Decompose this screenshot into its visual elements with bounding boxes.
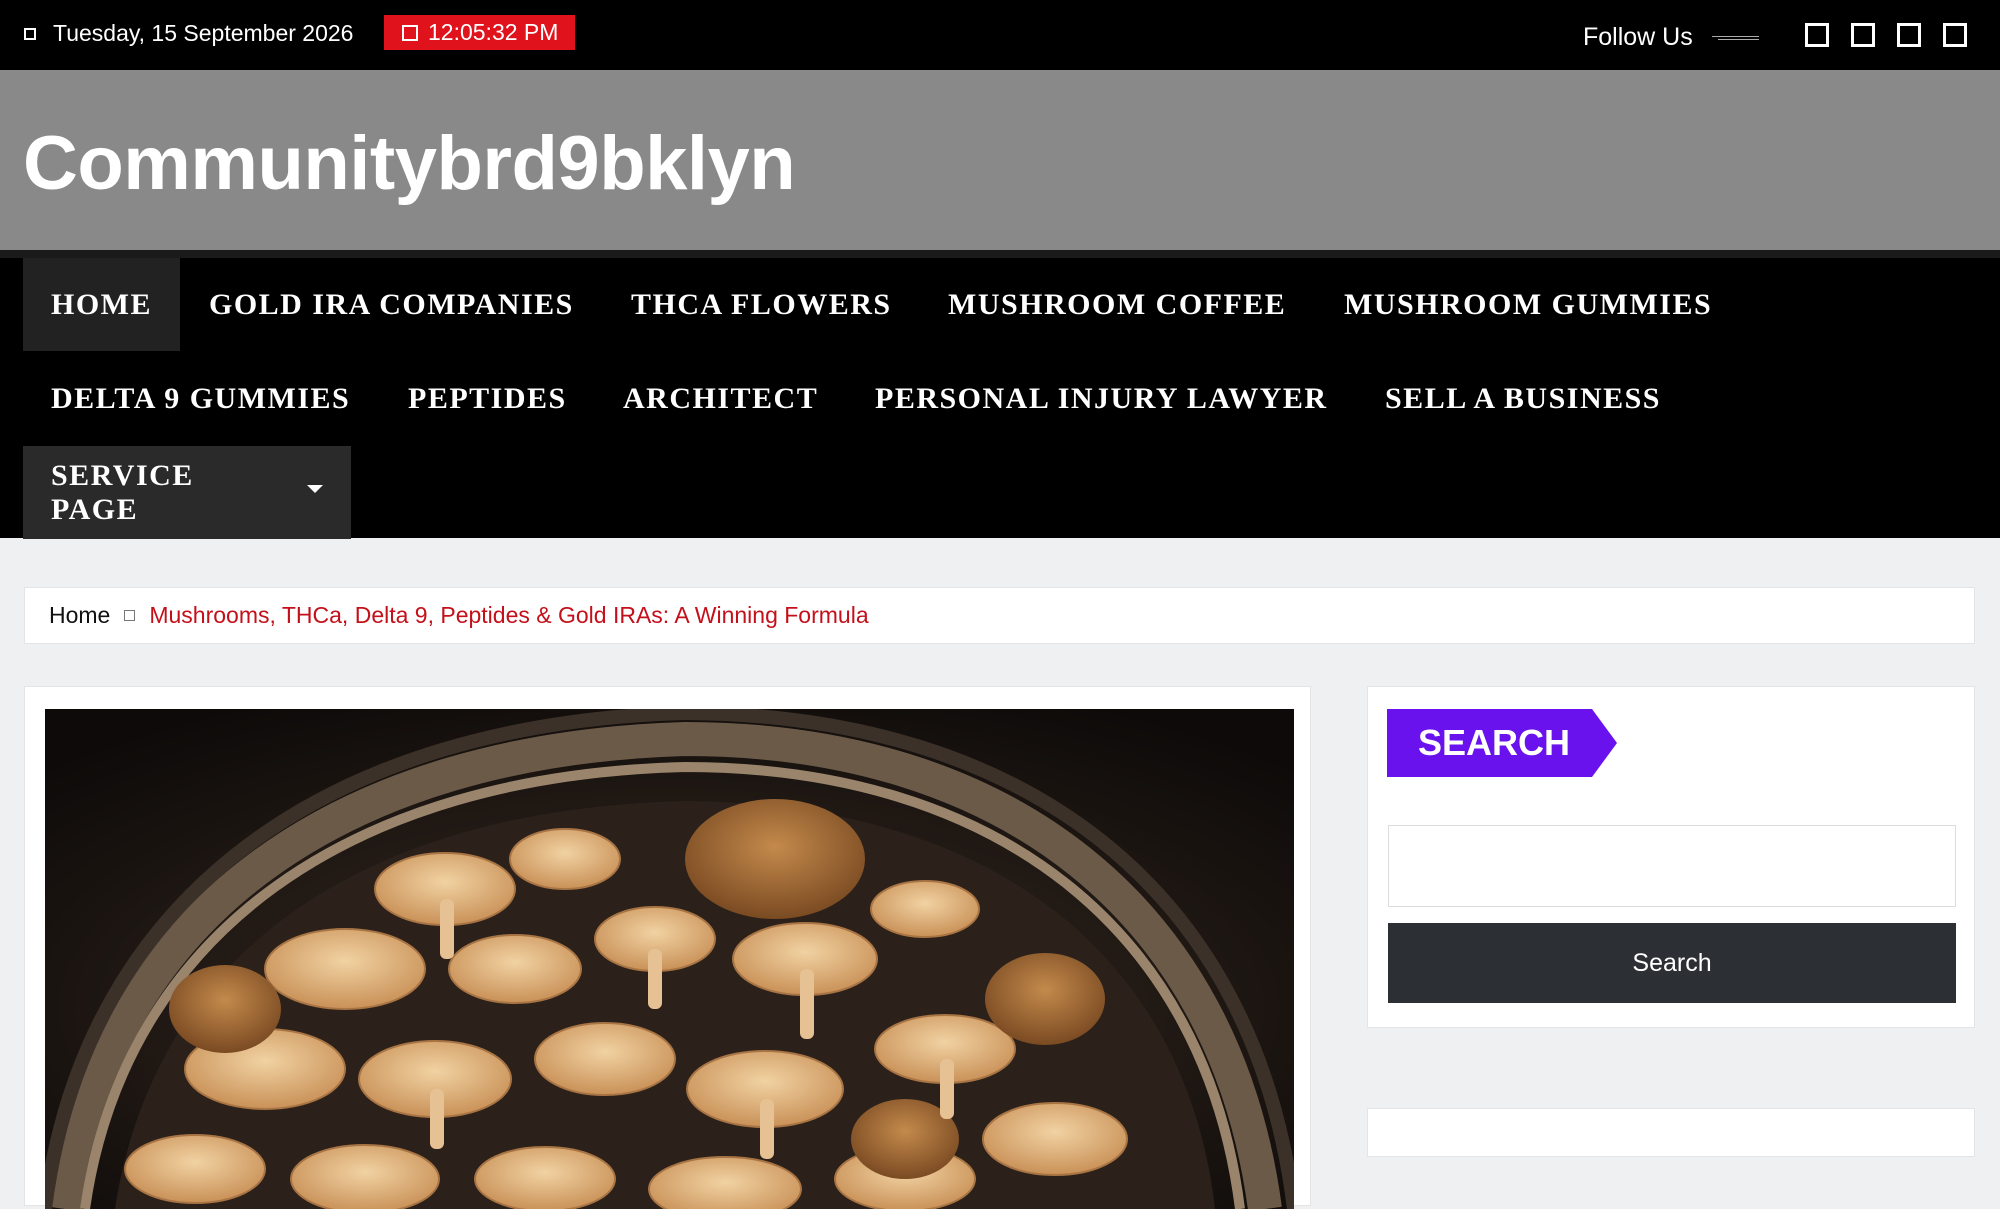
mushroom-basket-illustration bbox=[45, 709, 1294, 1209]
time-text: 12:05:32 PM bbox=[428, 19, 559, 45]
sidebar-widget-2 bbox=[1367, 1108, 1975, 1157]
follow-divider bbox=[1712, 36, 1759, 40]
nav-item-peptides[interactable]: PEPTIDES bbox=[380, 352, 595, 445]
nav-item-sell-a-business[interactable]: SELL A BUSINESS bbox=[1357, 352, 1689, 445]
social-icon-3[interactable] bbox=[1897, 23, 1921, 47]
date-display: Tuesday, 15 September 2026 bbox=[24, 20, 353, 47]
search-input[interactable] bbox=[1388, 825, 1956, 907]
breadcrumb-separator-icon bbox=[124, 610, 136, 621]
nav-item-home[interactable]: HOME bbox=[23, 258, 180, 351]
social-icon-4[interactable] bbox=[1943, 23, 1967, 47]
date-text: Tuesday, 15 September 2026 bbox=[53, 20, 354, 46]
nav-item-personal-injury-lawyer[interactable]: PERSONAL INJURY LAWYER bbox=[847, 352, 1356, 445]
follow-us-label: Follow Us bbox=[1583, 23, 1693, 51]
social-icon-2[interactable] bbox=[1851, 23, 1875, 47]
social-icon-1[interactable] bbox=[1805, 23, 1829, 47]
caret-down-icon bbox=[307, 484, 323, 493]
nav-item-thca-flowers[interactable]: THCA FLOWERS bbox=[603, 258, 920, 351]
breadcrumb-current: Mushrooms, THCa, Delta 9, Peptides & Gol… bbox=[149, 602, 869, 628]
calendar-icon bbox=[24, 27, 36, 40]
nav-item-service-page-label: SERVICE PAGE bbox=[51, 458, 194, 526]
site-title[interactable]: Communitybrd9bklyn bbox=[23, 120, 796, 207]
nav-item-architect[interactable]: ARCHITECT bbox=[595, 352, 846, 445]
clock-badge: 12:05:32 PM bbox=[384, 15, 575, 50]
header-divider bbox=[0, 250, 2000, 258]
main-navigation: HOME GOLD IRA COMPANIES THCA FLOWERS MUS… bbox=[0, 258, 2000, 539]
top-bar: Tuesday, 15 September 2026 12:05:32 PM F… bbox=[0, 0, 2000, 70]
featured-image-mushroom-basket[interactable] bbox=[45, 709, 1294, 1209]
search-button[interactable]: Search bbox=[1388, 923, 1956, 1003]
sidebar-search-widget: SEARCH Search bbox=[1367, 686, 1975, 1028]
clock-icon bbox=[402, 24, 418, 41]
breadcrumb-home-link[interactable]: Home bbox=[49, 602, 110, 629]
search-widget-title: SEARCH bbox=[1387, 709, 1617, 777]
nav-item-gold-ira-companies[interactable]: GOLD IRA COMPANIES bbox=[181, 258, 602, 351]
nav-item-mushroom-gummies[interactable]: MUSHROOM GUMMIES bbox=[1316, 258, 1740, 351]
nav-item-service-page[interactable]: SERVICE PAGE bbox=[23, 446, 351, 539]
nav-item-delta-9-gummies[interactable]: DELTA 9 GUMMIES bbox=[23, 352, 378, 445]
nav-item-mushroom-coffee[interactable]: MUSHROOM COFFEE bbox=[920, 258, 1314, 351]
breadcrumb: Home Mushrooms, THCa, Delta 9, Peptides … bbox=[24, 587, 1975, 644]
article-card bbox=[24, 686, 1311, 1209]
